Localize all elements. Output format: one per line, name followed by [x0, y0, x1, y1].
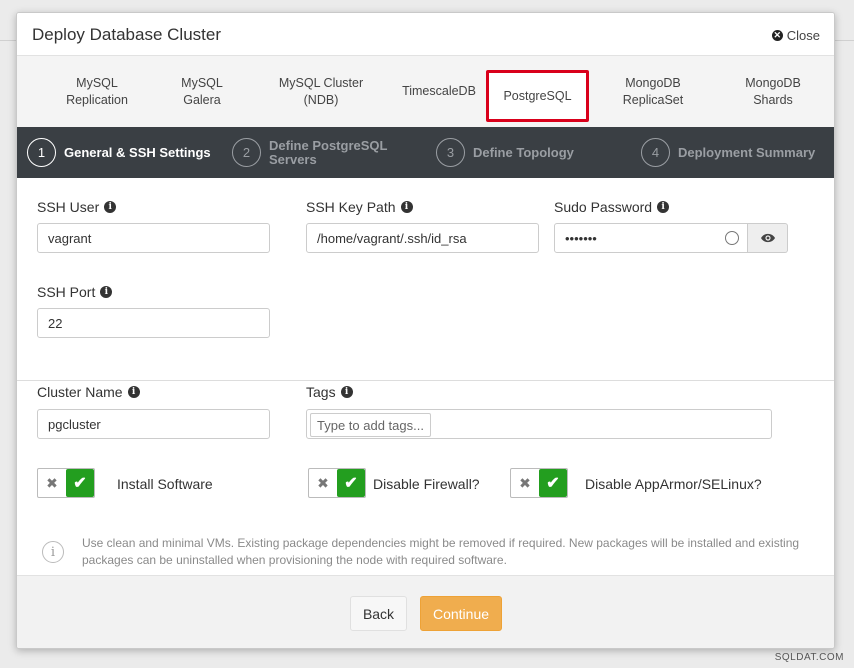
sudo-password-input[interactable]: ••••••• — [554, 223, 748, 253]
step-number: 1 — [27, 138, 56, 167]
info-icon[interactable]: i — [127, 386, 140, 398]
database-type-tabs: MySQL Replication MySQL Galera MySQL Clust… — [17, 56, 834, 127]
cluster-name-input[interactable]: pgcluster — [37, 409, 270, 439]
tab-label-line1: MySQL Cluster — [278, 75, 364, 90]
disable-firewall-toggle[interactable]: ✖ ✔ — [308, 468, 366, 498]
close-label: Close — [786, 28, 820, 43]
eye-icon — [760, 233, 775, 243]
show-password-button[interactable] — [748, 223, 788, 253]
info-icon[interactable]: i — [400, 201, 413, 213]
note-text: Use clean and minimal VMs. Existing pack… — [82, 536, 800, 567]
close-button[interactable]: ✕ Close — [771, 28, 820, 43]
toggle-off-x-icon: ✖ — [46, 474, 58, 491]
back-button[interactable]: Back — [350, 596, 407, 631]
ssh-port-value: 22 — [48, 315, 63, 331]
tab-mongodb-shards[interactable]: MongoDB Shards — [723, 56, 823, 127]
modal-title: Deploy Database Cluster — [32, 25, 221, 44]
cluster-name-label-text: Cluster Name — [37, 384, 123, 400]
step-general-ssh-settings[interactable]: 1 General & SSH Settings — [27, 127, 211, 178]
tags-label: Tags i — [306, 384, 353, 400]
ssh-port-label: SSH Port i — [37, 284, 113, 300]
tab-label-line1: MongoDB — [625, 75, 681, 90]
tab-label-line1: TimescaleDB — [402, 84, 476, 98]
close-icon: ✕ — [771, 30, 783, 41]
info-icon[interactable]: i — [100, 286, 113, 298]
sudo-password-label: Sudo Password i — [554, 199, 670, 215]
tab-timescaledb[interactable]: TimescaleDB — [389, 56, 489, 127]
step-label-line1: Deployment Summary — [678, 144, 816, 160]
tab-label-line2: Replication — [66, 92, 128, 107]
ssh-port-input[interactable]: 22 — [37, 308, 270, 338]
tab-label-line1: PostgreSQL — [503, 88, 572, 103]
password-manager-icon[interactable] — [725, 231, 739, 245]
info-icon[interactable]: i — [104, 201, 117, 213]
deploy-cluster-modal: Deploy Database Cluster ✕ Close MySQL Rep… — [16, 12, 835, 649]
tab-mysql-cluster-ndb[interactable]: MySQL Cluster (NDB) — [265, 56, 377, 127]
watermark: SQLDAT.COM — [774, 652, 844, 663]
continue-button[interactable]: Continue — [420, 596, 502, 631]
ssh-user-value: vagrant — [48, 230, 92, 246]
info-circle-icon: i — [42, 541, 64, 563]
step-label-line1: Define PostgreSQL — [269, 137, 388, 153]
sudo-password-value: ••••••• — [565, 230, 597, 246]
tab-label-line2: (NDB) — [303, 92, 339, 107]
section-divider — [17, 380, 834, 381]
tags-placeholder: Type to add tags... — [310, 413, 431, 437]
modal-footer: Back Continue — [17, 575, 834, 648]
tab-label-line1: MySQL — [181, 75, 223, 90]
step-label: Deployment Summary — [678, 144, 816, 160]
install-software-label: Install Software — [117, 476, 213, 492]
toggle-on-check-icon: ✔ — [337, 469, 365, 497]
provisioning-note: i Use clean and minimal VMs. Existing pa… — [42, 535, 812, 569]
tab-mysql-galera[interactable]: MySQL Galera — [159, 56, 245, 127]
step-deployment-summary[interactable]: 4 Deployment Summary — [641, 127, 815, 178]
cluster-name-label: Cluster Name i — [37, 384, 140, 400]
tags-input[interactable]: Type to add tags... — [306, 409, 772, 439]
ssh-user-input[interactable]: vagrant — [37, 223, 270, 253]
tab-mongodb-replicaset[interactable]: MongoDB ReplicaSet — [603, 56, 703, 127]
step-label: General & SSH Settings — [64, 144, 211, 160]
tab-label-line1: MongoDB — [745, 75, 801, 90]
disable-apparmor-toggle[interactable]: ✖ ✔ — [510, 468, 568, 498]
tab-label-line2: ReplicaSet — [622, 92, 684, 107]
step-label: Define Topology — [473, 144, 574, 160]
step-number: 2 — [232, 138, 261, 167]
ssh-key-path-value: /home/vagrant/.ssh/id_rsa — [317, 230, 467, 246]
toggle-on-check-icon: ✔ — [66, 469, 94, 497]
ssh-user-label-text: SSH User — [37, 199, 100, 215]
step-define-postgresql-servers[interactable]: 2 Define PostgreSQL Servers — [232, 127, 387, 178]
ssh-key-path-input[interactable]: /home/vagrant/.ssh/id_rsa — [306, 223, 539, 253]
cluster-name-value: pgcluster — [48, 416, 101, 432]
tab-label-line2: Shards — [753, 92, 793, 107]
form-body: SSH User i vagrant SSH Key Path i /home/… — [17, 178, 834, 575]
ssh-user-label: SSH User i — [37, 199, 117, 215]
ssh-key-path-label: SSH Key Path i — [306, 199, 413, 215]
modal-header: Deploy Database Cluster ✕ Close — [17, 13, 834, 56]
info-icon[interactable]: i — [657, 201, 670, 213]
tab-postgresql[interactable]: PostgreSQL — [486, 70, 589, 122]
step-define-topology[interactable]: 3 Define Topology — [436, 127, 574, 178]
disable-apparmor-label: Disable AppArmor/SELinux? — [585, 476, 762, 492]
info-icon[interactable]: i — [340, 386, 353, 398]
step-label-line2: Servers — [269, 151, 317, 167]
disable-firewall-label: Disable Firewall? — [373, 476, 480, 492]
ssh-key-path-label-text: SSH Key Path — [306, 199, 396, 215]
toggle-off-x-icon: ✖ — [519, 474, 531, 491]
tab-label-line1: MySQL — [76, 75, 118, 90]
ssh-port-label-text: SSH Port — [37, 284, 96, 300]
wizard-stepbar: 1 General & SSH Settings 2 Define Postgr… — [17, 127, 834, 178]
sudo-password-label-text: Sudo Password — [554, 199, 653, 215]
step-label-line1: Define Topology — [473, 144, 574, 160]
tab-label-line2: Galera — [183, 92, 221, 107]
step-number: 3 — [436, 138, 465, 167]
step-number: 4 — [641, 138, 670, 167]
step-label: Define PostgreSQL Servers — [269, 137, 388, 167]
tags-label-text: Tags — [306, 384, 336, 400]
step-label-line1: General & SSH Settings — [64, 144, 211, 160]
toggle-on-check-icon: ✔ — [539, 469, 567, 497]
tab-mysql-replication[interactable]: MySQL Replication — [39, 56, 155, 127]
toggle-off-x-icon: ✖ — [317, 474, 329, 491]
install-software-toggle[interactable]: ✖ ✔ — [37, 468, 95, 498]
